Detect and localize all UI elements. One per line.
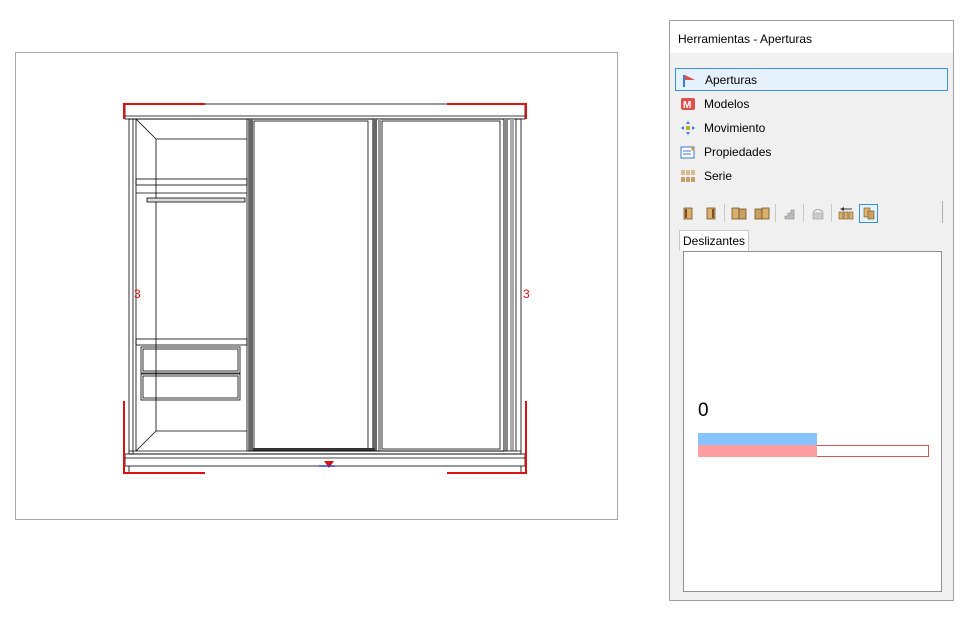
opening-count: 0 [698,400,709,421]
toolbar-separator [831,204,832,222]
single-door-left-icon[interactable] [678,204,697,223]
section-aperturas[interactable]: Aperturas [675,68,948,91]
bottom-marker-icon [324,461,334,468]
wardrobe-drawing: 3 3 [123,103,530,474]
section-label: Aperturas [705,72,758,87]
toolbar-separator [724,204,725,222]
section-propiedades[interactable]: Propiedades [675,140,948,163]
sliding-door-icon[interactable] [859,203,878,223]
red-bar [698,445,817,457]
sliding-arrow-icon[interactable] [836,204,855,223]
modelos-icon: M [679,95,697,113]
toolbar-separator [775,204,776,222]
blue-bar [698,433,817,445]
stair-icon[interactable] [780,204,799,223]
carcass [128,118,522,455]
single-door-right-icon[interactable] [701,204,720,223]
panel-title: Herramientas - Aperturas [670,21,953,53]
move-icon [679,119,697,137]
sliding-door-1 [248,118,374,452]
marker-right-label: 3 [523,287,530,301]
tools-panel: Herramientas - Aperturas Aperturas M Mod… [669,20,954,601]
section-label: Modelos [704,96,750,111]
bottom-panel [124,453,526,467]
toolbar-separator [942,201,943,223]
double-door-icon[interactable] [729,204,748,223]
openings-toolbar [678,201,945,225]
sliding-doors-panel: 0 [683,251,942,592]
section-label: Movimiento [704,120,766,135]
section-label: Serie [704,168,733,183]
properties-icon [679,143,697,161]
aperturas-icon [680,71,698,89]
serie-icon [679,167,697,185]
dimension-markers [123,103,527,474]
hanging-rail [146,197,246,203]
top-panel [124,103,526,120]
marker-left-label: 3 [134,287,141,301]
drawing-canvas[interactable]: 3 3 [15,52,618,520]
sliding-door-2 [372,118,505,452]
section-movimiento[interactable]: Movimiento [675,116,948,139]
toolbar-separator [803,204,804,222]
tab-deslizantes[interactable]: Deslizantes [679,230,749,251]
svg-text:M: M [683,100,691,111]
double-door-alt-icon[interactable] [752,204,771,223]
lift-door-icon[interactable] [808,204,827,223]
shelf [135,178,248,186]
section-serie[interactable]: Serie [675,164,948,187]
section-label: Propiedades [704,144,772,159]
section-modelos[interactable]: M Modelos [675,92,948,115]
